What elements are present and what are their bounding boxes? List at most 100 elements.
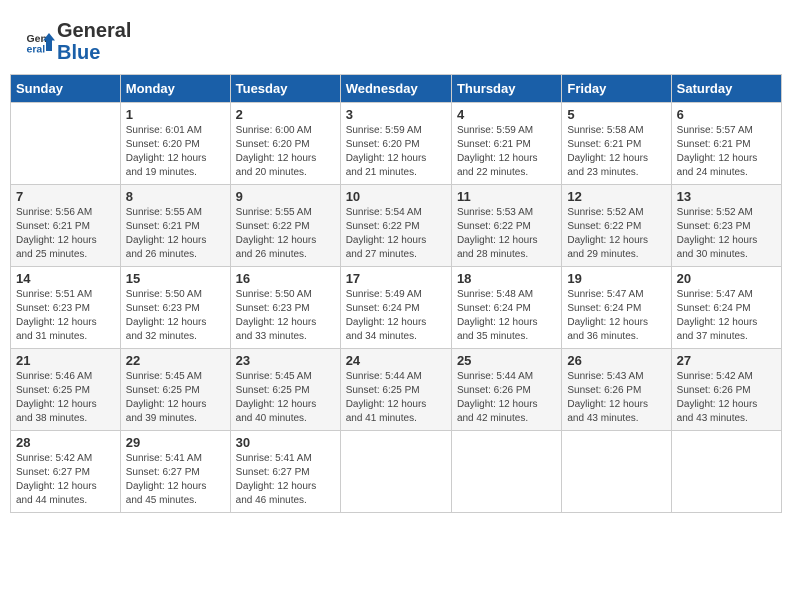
day-info: Sunrise: 5:47 AMSunset: 6:24 PMDaylight:… <box>567 288 665 344</box>
calendar-cell <box>562 431 671 513</box>
day-number: 28 <box>16 435 115 450</box>
calendar-table: SundayMondayTuesdayWednesdayThursdayFrid… <box>10 74 782 513</box>
calendar-cell <box>671 431 781 513</box>
calendar-body: 1 Sunrise: 6:01 AMSunset: 6:20 PMDaylight… <box>11 103 782 513</box>
day-info: Sunrise: 5:45 AMSunset: 6:25 PMDaylight:… <box>236 370 335 426</box>
day-info: Sunrise: 5:46 AMSunset: 6:25 PMDaylight:… <box>16 370 115 426</box>
calendar-week-5: 28 Sunrise: 5:42 AMSunset: 6:27 PMDayligh… <box>11 431 782 513</box>
logo-text-blue: Blue <box>57 42 131 64</box>
day-number: 29 <box>126 435 225 450</box>
day-number: 30 <box>236 435 335 450</box>
day-info: Sunrise: 5:52 AMSunset: 6:22 PMDaylight:… <box>567 206 665 262</box>
day-number: 13 <box>677 189 776 204</box>
day-info: Sunrise: 5:57 AMSunset: 6:21 PMDaylight:… <box>677 124 776 180</box>
day-info: Sunrise: 5:51 AMSunset: 6:23 PMDaylight:… <box>16 288 115 344</box>
calendar-cell: 15Sunrise: 5:50 AMSunset: 6:23 PMDayligh… <box>120 267 230 349</box>
calendar-cell: 8 Sunrise: 5:55 AMSunset: 6:21 PMDaylight… <box>120 185 230 267</box>
day-number: 22 <box>126 353 225 368</box>
weekday-header-saturday: Saturday <box>671 75 781 103</box>
calendar-cell <box>451 431 561 513</box>
calendar-cell: 11 Sunrise: 5:53 AMSunset: 6:22 PMDayligh… <box>451 185 561 267</box>
day-number: 23 <box>236 353 335 368</box>
day-info: Sunrise: 5:49 AMSunset: 6:24 PMDaylight:… <box>346 288 446 344</box>
calendar-cell: 12 Sunrise: 5:52 AMSunset: 6:22 PMDayligh… <box>562 185 671 267</box>
calendar-cell: 30 Sunrise: 5:41 AMSunset: 6:27 PMDayligh… <box>230 431 340 513</box>
day-number: 1 <box>126 107 225 122</box>
day-info: Sunrise: 5:48 AMSunset: 6:24 PMDaylight:… <box>457 288 556 344</box>
day-info: Sunrise: 5:59 AMSunset: 6:20 PMDaylight:… <box>346 124 446 180</box>
calendar-cell: 22 Sunrise: 5:45 AMSunset: 6:25 PMDayligh… <box>120 349 230 431</box>
day-number: 3 <box>346 107 446 122</box>
day-number: 11 <box>457 189 556 204</box>
day-number: 17 <box>346 271 446 286</box>
calendar-cell: 5 Sunrise: 5:58 AMSunset: 6:21 PMDaylight… <box>562 103 671 185</box>
calendar-week-4: 21 Sunrise: 5:46 AMSunset: 6:25 PMDayligh… <box>11 349 782 431</box>
day-info: Sunrise: 5:42 AMSunset: 6:27 PMDaylight:… <box>16 452 115 508</box>
day-number: 12 <box>567 189 665 204</box>
logo: Gen eral General Blue <box>25 20 131 64</box>
day-number: 8 <box>126 189 225 204</box>
day-number: 20 <box>677 271 776 286</box>
calendar-header-row: SundayMondayTuesdayWednesdayThursdayFrid… <box>11 75 782 103</box>
calendar-cell: 6Sunrise: 5:57 AMSunset: 6:21 PMDaylight… <box>671 103 781 185</box>
calendar-cell: 26 Sunrise: 5:43 AMSunset: 6:26 PMDayligh… <box>562 349 671 431</box>
day-number: 18 <box>457 271 556 286</box>
day-number: 26 <box>567 353 665 368</box>
day-info: Sunrise: 5:41 AMSunset: 6:27 PMDaylight:… <box>236 452 335 508</box>
calendar-cell: 2 Sunrise: 6:00 AMSunset: 6:20 PMDaylight… <box>230 103 340 185</box>
calendar-cell: 28 Sunrise: 5:42 AMSunset: 6:27 PMDayligh… <box>11 431 121 513</box>
weekday-header-monday: Monday <box>120 75 230 103</box>
day-info: Sunrise: 5:42 AMSunset: 6:26 PMDaylight:… <box>677 370 776 426</box>
day-info: Sunrise: 5:53 AMSunset: 6:22 PMDaylight:… <box>457 206 556 262</box>
calendar-cell: 19 Sunrise: 5:47 AMSunset: 6:24 PMDayligh… <box>562 267 671 349</box>
logo-text-general: General <box>57 20 131 42</box>
calendar-cell: 4 Sunrise: 5:59 AMSunset: 6:21 PMDaylight… <box>451 103 561 185</box>
weekday-header-thursday: Thursday <box>451 75 561 103</box>
calendar-cell: 14 Sunrise: 5:51 AMSunset: 6:23 PMDayligh… <box>11 267 121 349</box>
day-number: 16 <box>236 271 335 286</box>
day-number: 27 <box>677 353 776 368</box>
day-info: Sunrise: 5:44 AMSunset: 6:25 PMDaylight:… <box>346 370 446 426</box>
calendar-cell: 24Sunrise: 5:44 AMSunset: 6:25 PMDayligh… <box>340 349 451 431</box>
day-number: 9 <box>236 189 335 204</box>
day-info: Sunrise: 5:55 AMSunset: 6:21 PMDaylight:… <box>126 206 225 262</box>
calendar-week-3: 14 Sunrise: 5:51 AMSunset: 6:23 PMDayligh… <box>11 267 782 349</box>
calendar-week-1: 1 Sunrise: 6:01 AMSunset: 6:20 PMDaylight… <box>11 103 782 185</box>
calendar-cell: 20Sunrise: 5:47 AMSunset: 6:24 PMDayligh… <box>671 267 781 349</box>
day-info: Sunrise: 5:58 AMSunset: 6:21 PMDaylight:… <box>567 124 665 180</box>
weekday-header-tuesday: Tuesday <box>230 75 340 103</box>
day-number: 19 <box>567 271 665 286</box>
day-info: Sunrise: 5:45 AMSunset: 6:25 PMDaylight:… <box>126 370 225 426</box>
calendar-cell: 17 Sunrise: 5:49 AMSunset: 6:24 PMDayligh… <box>340 267 451 349</box>
day-number: 2 <box>236 107 335 122</box>
day-info: Sunrise: 5:41 AMSunset: 6:27 PMDaylight:… <box>126 452 225 508</box>
calendar-week-2: 7 Sunrise: 5:56 AMSunset: 6:21 PMDaylight… <box>11 185 782 267</box>
calendar-cell: 23 Sunrise: 5:45 AMSunset: 6:25 PMDayligh… <box>230 349 340 431</box>
svg-text:eral: eral <box>27 44 46 56</box>
calendar-cell <box>11 103 121 185</box>
calendar-cell: 27 Sunrise: 5:42 AMSunset: 6:26 PMDayligh… <box>671 349 781 431</box>
calendar-cell: 29 Sunrise: 5:41 AMSunset: 6:27 PMDayligh… <box>120 431 230 513</box>
day-info: Sunrise: 5:56 AMSunset: 6:21 PMDaylight:… <box>16 206 115 262</box>
day-number: 21 <box>16 353 115 368</box>
day-number: 7 <box>16 189 115 204</box>
day-info: Sunrise: 5:54 AMSunset: 6:22 PMDaylight:… <box>346 206 446 262</box>
day-info: Sunrise: 5:50 AMSunset: 6:23 PMDaylight:… <box>236 288 335 344</box>
day-info: Sunrise: 5:50 AMSunset: 6:23 PMDaylight:… <box>126 288 225 344</box>
day-info: Sunrise: 5:43 AMSunset: 6:26 PMDaylight:… <box>567 370 665 426</box>
calendar-cell: 18 Sunrise: 5:48 AMSunset: 6:24 PMDayligh… <box>451 267 561 349</box>
weekday-header-sunday: Sunday <box>11 75 121 103</box>
day-number: 5 <box>567 107 665 122</box>
day-number: 4 <box>457 107 556 122</box>
calendar-cell <box>340 431 451 513</box>
day-info: Sunrise: 5:59 AMSunset: 6:21 PMDaylight:… <box>457 124 556 180</box>
day-info: Sunrise: 5:55 AMSunset: 6:22 PMDaylight:… <box>236 206 335 262</box>
calendar-cell: 1 Sunrise: 6:01 AMSunset: 6:20 PMDaylight… <box>120 103 230 185</box>
calendar-cell: 21 Sunrise: 5:46 AMSunset: 6:25 PMDayligh… <box>11 349 121 431</box>
day-info: Sunrise: 6:00 AMSunset: 6:20 PMDaylight:… <box>236 124 335 180</box>
calendar-cell: 16 Sunrise: 5:50 AMSunset: 6:23 PMDayligh… <box>230 267 340 349</box>
calendar-cell: 3 Sunrise: 5:59 AMSunset: 6:20 PMDaylight… <box>340 103 451 185</box>
day-info: Sunrise: 6:01 AMSunset: 6:20 PMDaylight:… <box>126 124 225 180</box>
day-number: 14 <box>16 271 115 286</box>
day-number: 25 <box>457 353 556 368</box>
